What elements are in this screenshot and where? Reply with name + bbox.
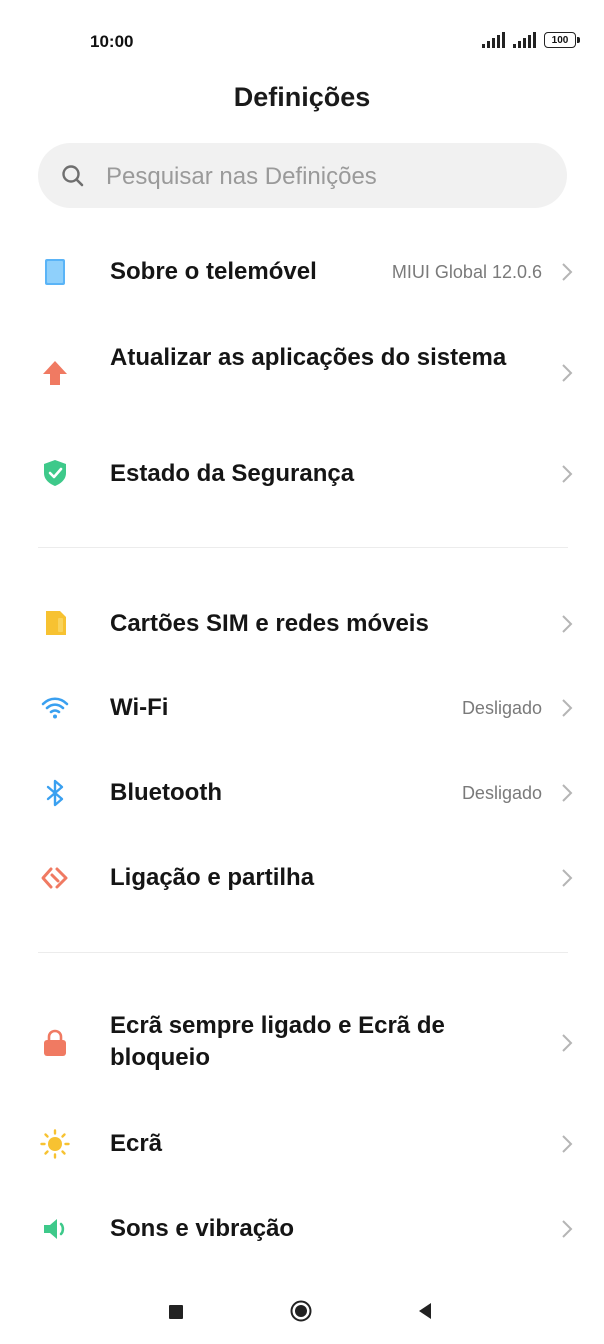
signal-icon [482,32,505,48]
page-title: Definições [233,82,371,112]
speaker-icon [44,1219,65,1239]
chevron-right-icon [562,1034,573,1052]
section-divider [38,547,568,548]
chevron-right-icon [562,1220,573,1238]
settings-item-label: Ecrã sempre ligado e Ecrã de bloqueio [110,1012,445,1071]
settings-item-value: MIUI Global 12.0.6 [391,262,542,282]
back-button[interactable] [417,1301,433,1321]
status-bar: 10:00 100 [0,0,604,86]
status-indicators: 100 [482,32,580,48]
bluetooth-icon [46,779,64,807]
section-divider [38,952,568,953]
chevron-right-icon [562,465,573,483]
settings-item-label: Bluetooth [110,779,222,806]
settings-item-label: Sobre o telemóvel [110,258,317,285]
settings-item-label: Ecrã [110,1130,163,1157]
phone-icon [45,259,65,285]
shield-icon [44,460,66,486]
settings-item-sim-cards[interactable]: Cartões SIM e redes móveis [0,592,604,656]
battery-level: 100 [551,34,569,46]
search-icon [62,165,84,187]
settings-item-value: Desligado [461,698,542,718]
home-button[interactable] [290,1300,312,1322]
settings-item-label: Wi-Fi [110,694,169,721]
settings-item-label: Cartões SIM e redes móveis [110,610,429,637]
chevron-right-icon [562,1135,573,1153]
settings-item-wifi[interactable]: Wi-Fi Desligado [0,676,604,740]
lock-icon [44,1029,66,1056]
settings-item-value: Desligado [461,783,542,803]
arrow-up-icon [43,361,67,385]
sim-card-icon [46,611,66,635]
settings-item-label: Ligação e partilha [110,864,315,891]
search-bar[interactable] [38,143,567,210]
settings-item-label: Estado da Segurança [110,460,355,487]
chevron-right-icon [562,784,573,802]
connection-share-icon [41,867,68,889]
settings-item-lock-screen[interactable]: Ecrã sempre ligado e Ecrã de bloqueio [0,998,604,1088]
wifi-icon [41,697,69,719]
settings-item-security-status[interactable]: Estado da Segurança [0,442,604,506]
settings-item-label: Sons e vibração [110,1215,295,1242]
search-input[interactable] [104,143,548,210]
settings-item-label: Atualizar as aplicações do sistema [110,344,507,371]
settings-item-bluetooth[interactable]: Bluetooth Desligado [0,761,604,825]
chevron-right-icon [562,263,573,281]
chevron-right-icon [562,699,573,717]
signal-icon [513,32,536,48]
navigation-bar [0,1280,604,1344]
sun-icon [40,1129,70,1159]
battery-icon: 100 [544,32,580,48]
status-time: 10:00 [90,32,134,51]
settings-item-update-apps[interactable]: Atualizar as aplicações do sistema [0,330,604,420]
chevron-right-icon [562,364,573,382]
settings-item-about-phone[interactable]: Sobre o telemóvel MIUI Global 12.0.6 [0,240,604,304]
settings-item-display[interactable]: Ecrã [0,1112,604,1176]
chevron-right-icon [562,615,573,633]
recent-apps-button[interactable] [169,1305,183,1319]
chevron-right-icon [562,869,573,887]
settings-item-connection-sharing[interactable]: Ligação e partilha [0,846,604,910]
settings-item-sounds-vibration[interactable]: Sons e vibração [0,1197,604,1261]
